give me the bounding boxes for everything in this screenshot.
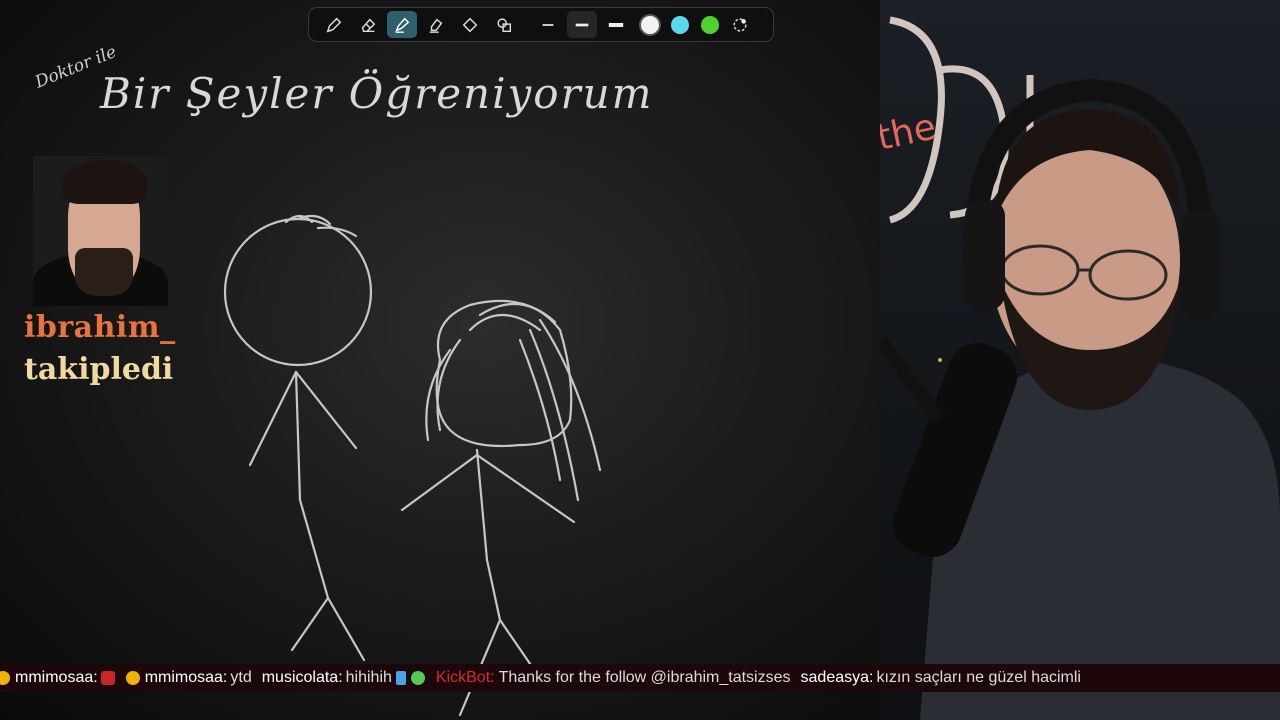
marker-icon: [429, 18, 443, 33]
follower-avatar: [33, 156, 168, 306]
alert-username: ibrahim_: [24, 310, 176, 345]
girl-hair: [435, 299, 573, 448]
eraser-tool-button[interactable]: [353, 11, 383, 38]
shapes-tool-button[interactable]: [489, 11, 519, 38]
stroke-thin-button[interactable]: [533, 11, 563, 38]
chat-message: KickBot: Thanks for the follow @ibrahim_…: [436, 669, 795, 687]
stroke-thick-button[interactable]: [601, 11, 631, 38]
stroke-thin-icon: [542, 23, 554, 26]
chat-username: sadeasya:: [800, 669, 874, 686]
highlighter-tool-button[interactable]: [387, 11, 417, 38]
stroke-thick-icon: [608, 22, 624, 27]
chat-message: mmimosaa: ytd: [125, 669, 256, 687]
chat-username: mmimosaa:: [144, 669, 228, 686]
chat-username: musicolata:: [261, 669, 343, 686]
webcam-feed: the: [880, 0, 1280, 720]
chat-text: hihihih: [345, 669, 392, 686]
drawing-toolbar: [308, 7, 774, 42]
color-picker-icon: [733, 17, 747, 32]
badge-icon: [0, 671, 10, 685]
pen-tool-button[interactable]: [319, 11, 349, 38]
chat-message: sadeasya: kızın saçları ne güzel hacimli: [801, 669, 1085, 687]
color-cyan-swatch[interactable]: [671, 15, 689, 34]
color-green-swatch[interactable]: [701, 15, 719, 34]
stroke-medium-button[interactable]: [567, 11, 597, 38]
shape-diamond-icon: [462, 17, 478, 32]
coin-badge-icon: [125, 671, 140, 685]
stroke-medium-icon: [575, 23, 589, 26]
chat-message: mmimosaa:: [0, 669, 120, 687]
chat-message: musicolata: hihihih: [262, 669, 430, 687]
chat-username-bot: KickBot:: [435, 669, 495, 686]
shapes-icon: [497, 17, 512, 32]
color-white-swatch[interactable]: [641, 15, 659, 34]
highlighter-icon: [395, 17, 410, 33]
streamer-webcam-image: the: [880, 16, 1280, 720]
verified-badge-icon: [410, 671, 425, 685]
chat-username: mmimosaa:: [15, 669, 98, 686]
shape-tool-button[interactable]: [455, 11, 485, 38]
eraser-icon: [361, 18, 376, 32]
girl-body: [475, 448, 502, 622]
alert-action-text: takipledi: [24, 352, 174, 387]
color-picker-button[interactable]: [725, 11, 755, 38]
pen-icon: [326, 17, 342, 32]
chat-ticker: mmimosaa: mmimosaa: ytd musicolata: hihi…: [0, 664, 1280, 692]
neon-sign-small-text: the: [880, 106, 940, 158]
chat-text: Thanks for the follow @ibrahim_tatsizses: [498, 669, 791, 686]
sword-badge-icon: [395, 671, 406, 685]
marker-tool-button[interactable]: [421, 11, 451, 38]
chat-text: kızın saçları ne güzel hacimli: [876, 669, 1081, 686]
boy-head: [223, 217, 373, 367]
mask-emote-icon: [100, 671, 115, 685]
chat-text: ytd: [230, 669, 252, 686]
